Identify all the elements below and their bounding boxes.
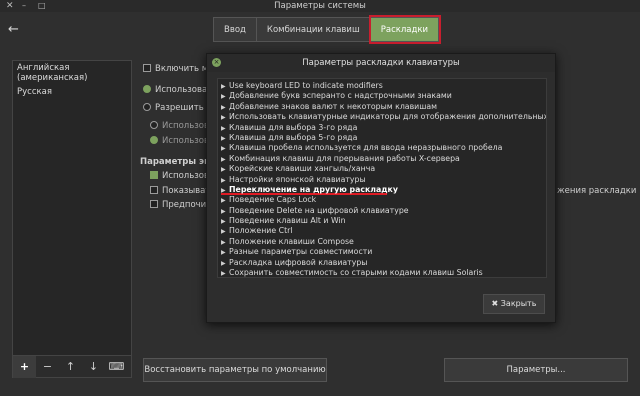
back-arrow-icon[interactable]: ← [8,22,19,37]
layout-item-english[interactable]: Английская (американская) [13,61,131,85]
prefer-option[interactable]: Предпочит [150,200,211,210]
radio-icon [143,103,151,111]
tab-layouts[interactable]: Раскладки [370,17,440,42]
move-up-icon[interactable]: ↑ [59,360,82,373]
layouts-toolbar: + − ↑ ↓ ⌨ [13,355,131,378]
tree-item[interactable]: ▶ Корейские клавиши хангыль/ханча [221,164,546,174]
tree-item[interactable]: ▶ Use keyboard LED to indicate modifiers [221,81,546,91]
tree-item[interactable]: ▶ Положение Ctrl [221,226,546,236]
dialog-title: Параметры раскладки клавиатуры [302,58,460,68]
suboption-2[interactable]: Использов [150,136,209,146]
layout-display-option-label: жения раскладки [557,186,637,196]
tree-item[interactable]: ▶ Поведение Delete на цифровой клавиатуре [221,206,546,216]
layout-params-button[interactable]: Параметры... [444,358,628,382]
allow-option-radio[interactable]: Разрешить о [143,103,212,113]
tree-item[interactable]: ▶ Клавиша для выбора 5-го ряда [221,133,546,143]
layout-item-russian[interactable]: Русская [13,85,131,99]
layout-options-dialog: × Параметры раскладки клавиатуры ▶ Use ke… [206,53,556,323]
radio-icon [150,136,158,144]
use-indicator-option[interactable]: Использов [150,171,209,181]
tree-item[interactable]: ▶ Разные параметры совместимости [221,247,546,257]
radio-icon [143,85,151,93]
tree-item[interactable]: ▶ Клавиша для выбора 3-го ряда [221,123,546,133]
tree-item[interactable]: ▶ Раскладка цифровой клавиатуры [221,258,546,268]
layouts-list-panel: Английская (американская) Русская + − ↑ … [12,60,132,378]
keyboard-icon[interactable]: ⌨ [105,360,128,373]
tree-item[interactable]: ▶ Сохранить совместимость со старыми кода… [221,268,546,278]
show-option[interactable]: Показыват [150,186,210,196]
section-title: Параметры экр [140,157,216,167]
enable-option[interactable]: Включить м [143,64,208,74]
title-bar: ✕ – □ Параметры системы [0,0,640,12]
tree-item[interactable]: ▶ Комбинация клавиш для прерывания работы… [221,154,546,164]
dialog-close-button[interactable]: ✖ Закрыть [483,294,545,314]
options-tree: ▶ Use keyboard LED to indicate modifiers … [217,78,547,278]
add-layout-button[interactable]: + [13,355,36,378]
tab-input[interactable]: Ввод [213,17,257,42]
tree-item[interactable]: ▶ Поведение клавиш Alt и Win [221,216,546,226]
checkbox-icon [150,186,158,194]
restore-defaults-button[interactable]: Восстановить параметры по умолчанию [143,358,327,382]
checkbox-icon [143,64,151,72]
tab-shortcuts[interactable]: Комбинации клавиш [256,17,371,42]
window-title: Параметры системы [274,1,366,11]
radio-icon [150,121,158,129]
tree-item[interactable]: ▶ Использовать клавиатурные индикаторы дл… [221,112,546,122]
tree-item[interactable]: ▶ Добавление знаков валют к некоторым кла… [221,102,546,112]
tree-item[interactable]: ▶ Поведение Caps Lock [221,195,546,205]
suboption-1[interactable]: Использов [150,121,209,131]
expand-arrow-icon: ▶ [221,270,226,278]
checkbox-icon [150,171,158,179]
tree-item[interactable]: ▶ Клавиша пробела используется для ввода … [221,143,546,153]
dialog-header: × Параметры раскладки клавиатуры [207,54,555,72]
tree-item[interactable]: ▶ Добавление букв эсперанто с надстрочным… [221,91,546,101]
remove-layout-button[interactable]: − [36,360,59,373]
tab-bar: Ввод Комбинации клавиш Раскладки [213,17,440,42]
tree-item-switch-layout[interactable]: ▶ Переключение на другую раскладку [221,185,398,196]
expand-arrow-icon: ▶ [221,166,226,174]
checkbox-icon [150,200,158,208]
tree-item[interactable]: ▶ Положение клавиши Compose [221,237,546,247]
move-down-icon[interactable]: ↓ [82,360,105,373]
tree-item[interactable]: ▶ Настройки японской клавиатуры [221,175,546,185]
